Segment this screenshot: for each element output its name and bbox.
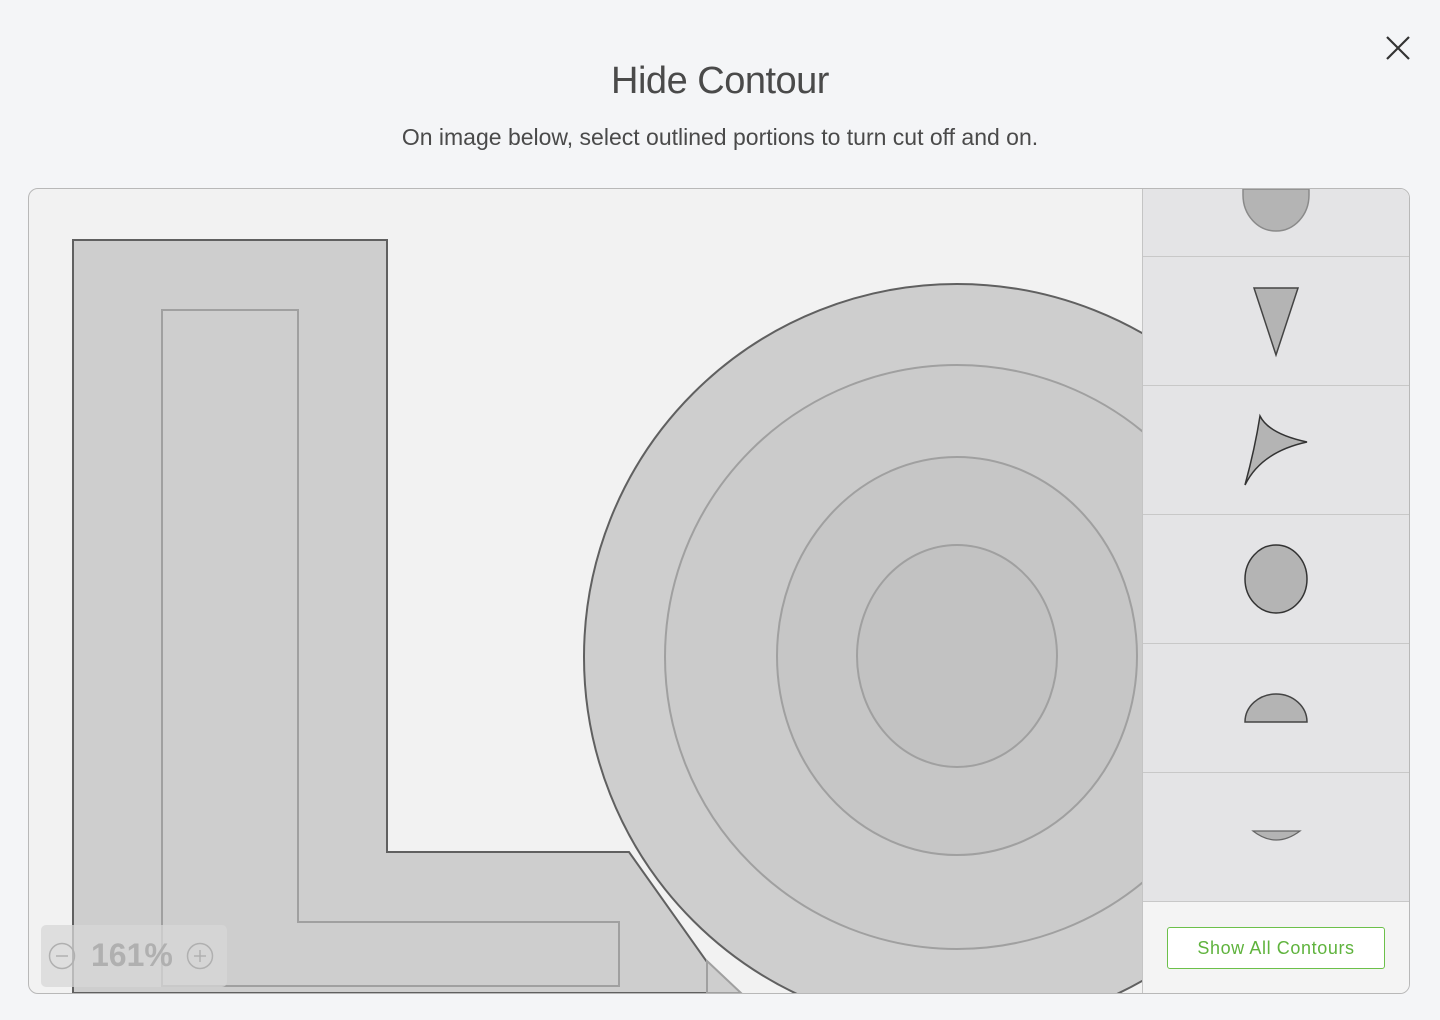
letter-o-inner-contour[interactable] (856, 544, 1058, 768)
dialog-subtitle: On image below, select outlined portions… (401, 124, 1039, 150)
zoom-level: 161% (91, 937, 173, 973)
image-canvas[interactable] (29, 189, 1142, 993)
show-all-contours-button[interactable]: Show All Contours (1167, 927, 1385, 969)
contour-item-sliver[interactable] (1143, 773, 1409, 902)
contour-item-triangle[interactable] (1143, 257, 1409, 386)
contour-item-oval[interactable] (1143, 189, 1409, 257)
contour-sidebar: Show All Contours (1142, 189, 1409, 993)
contour-item-arrowhead[interactable] (1143, 386, 1409, 515)
dialog-title: Hide Contour (611, 60, 829, 102)
contour-item-circle[interactable] (1143, 515, 1409, 644)
contour-panel: Show All Contours 161% (28, 188, 1410, 994)
contour-item-semicircle[interactable] (1143, 644, 1409, 773)
plus-circle-icon[interactable] (186, 942, 214, 970)
zoom-control: 161% (41, 925, 227, 987)
minus-circle-icon[interactable] (48, 942, 76, 970)
partial-contour[interactable] (706, 958, 743, 993)
hide-contour-dialog: Hide Contour On image below, select outl… (0, 0, 1440, 1020)
